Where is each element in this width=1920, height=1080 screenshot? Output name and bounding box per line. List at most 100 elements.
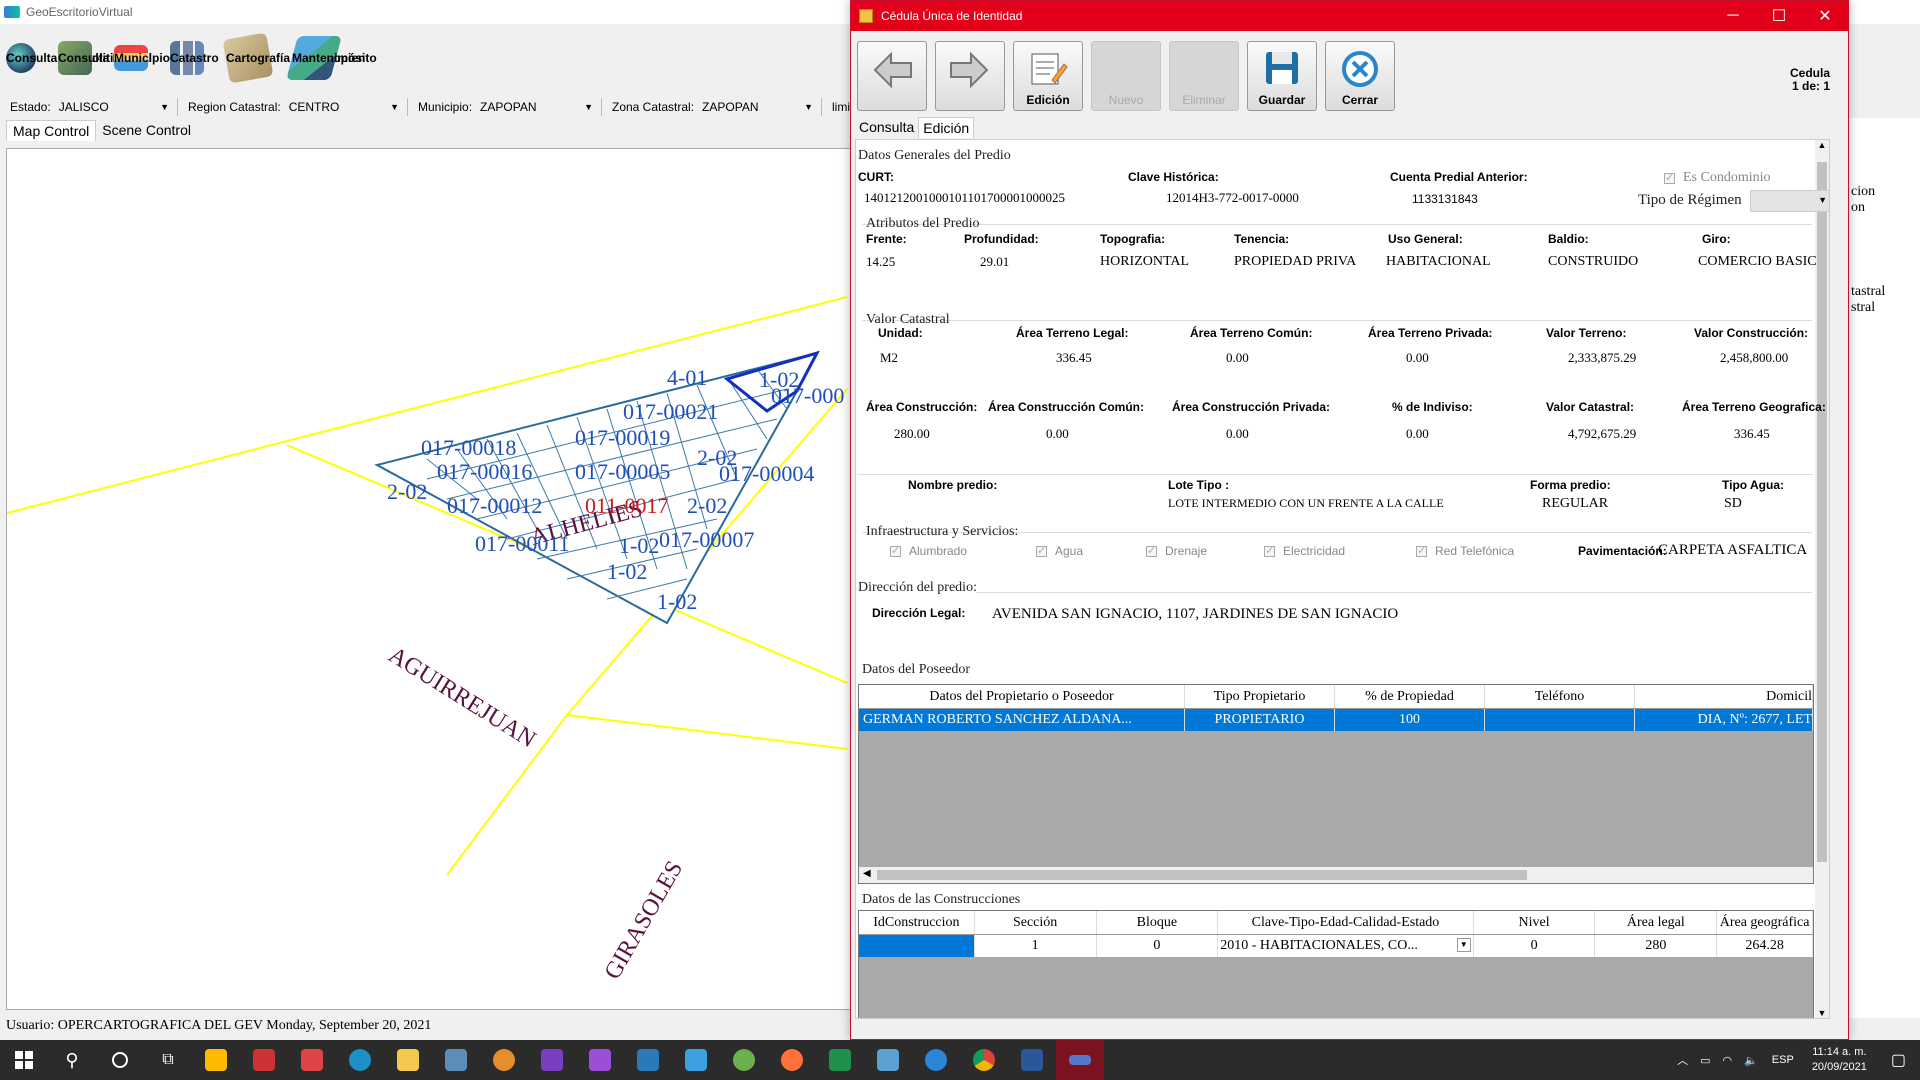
- minimize-button[interactable]: ─: [1710, 1, 1756, 31]
- uso-value[interactable]: HABITACIONAL: [1386, 254, 1491, 270]
- scroll-down-icon[interactable]: ▼: [1815, 1008, 1829, 1018]
- taskbar-app[interactable]: [672, 1040, 720, 1080]
- column-header[interactable]: Tipo Propietario: [1185, 685, 1335, 708]
- giro-value[interactable]: COMERCIO BASICO: [1698, 254, 1816, 270]
- guardar-button[interactable]: Guardar: [1247, 41, 1317, 111]
- chevron-down-icon[interactable]: ▼: [1456, 938, 1471, 952]
- taskbar-app[interactable]: [528, 1040, 576, 1080]
- taskbar-app-active[interactable]: [1056, 1040, 1104, 1080]
- eliminar-button[interactable]: Eliminar: [1169, 41, 1239, 111]
- tipo-agua-value[interactable]: SD: [1724, 496, 1742, 512]
- cell-tipo[interactable]: PROPIETARIO: [1185, 709, 1335, 731]
- language-indicator[interactable]: ESP: [1772, 1054, 1794, 1066]
- battery-icon[interactable]: ▭: [1700, 1054, 1710, 1067]
- chevron-down-icon[interactable]: ▼: [804, 102, 813, 112]
- column-header[interactable]: Área legal: [1595, 911, 1718, 934]
- horizontal-scrollbar[interactable]: [856, 1018, 1829, 1019]
- column-header[interactable]: % de Propiedad: [1335, 685, 1485, 708]
- parcel-block[interactable]: [374, 350, 820, 625]
- direccion-legal-value[interactable]: AVENIDA SAN IGNACIO, 1107, JARDINES DE S…: [992, 606, 1398, 623]
- taskbar-app[interactable]: [960, 1040, 1008, 1080]
- next-button[interactable]: [935, 41, 1005, 111]
- area-construccion-value[interactable]: 280.00: [894, 426, 930, 442]
- forma-predio-value[interactable]: REGULAR: [1542, 496, 1608, 512]
- valor-construccion-value[interactable]: 2,458,800.00: [1720, 350, 1788, 366]
- alumbrado-checkbox[interactable]: Alumbrado: [890, 544, 967, 558]
- construcciones-grid[interactable]: IdConstruccion Sección Bloque Clave-Tipo…: [858, 910, 1814, 1018]
- task-view-button[interactable]: ⧉: [144, 1040, 192, 1080]
- chevron-down-icon[interactable]: ▼: [584, 102, 593, 112]
- scroll-thumb[interactable]: [1817, 162, 1827, 862]
- scroll-thumb[interactable]: [877, 870, 1527, 880]
- column-header[interactable]: Domicil: [1635, 685, 1813, 708]
- regimen-select[interactable]: ▼: [1750, 190, 1829, 212]
- vertical-scrollbar[interactable]: ▲ ▼: [1815, 140, 1829, 1018]
- valor-terreno-value[interactable]: 2,333,875.29: [1568, 350, 1636, 366]
- cell-bloque[interactable]: 0: [1097, 935, 1219, 957]
- nuevo-button[interactable]: Nuevo: [1091, 41, 1161, 111]
- cell-poseedor-name[interactable]: GERMAN ROBERTO SANCHEZ ALDANA...: [859, 709, 1185, 731]
- horizontal-scrollbar[interactable]: ◀: [859, 867, 1813, 883]
- taskbar-app[interactable]: [1008, 1040, 1056, 1080]
- filter-region[interactable]: Region Catastral: CENTRO ▼: [188, 98, 408, 116]
- cell-seccion[interactable]: 1: [975, 935, 1097, 957]
- previous-button[interactable]: [857, 41, 927, 111]
- mantenimiento-button[interactable]: Mantenimien: [286, 34, 365, 82]
- unidad-value[interactable]: M2: [880, 350, 898, 366]
- profundidad-value[interactable]: 29.01: [980, 254, 1009, 270]
- taskbar-app[interactable]: [240, 1040, 288, 1080]
- edicion-button[interactable]: Edición: [1013, 41, 1083, 111]
- clave-value[interactable]: 12014H3-772-0017-0000: [1166, 190, 1299, 206]
- chevron-up-icon[interactable]: ︿: [1677, 1052, 1688, 1068]
- taskbar-app[interactable]: [720, 1040, 768, 1080]
- cell-area-legal[interactable]: 280: [1595, 935, 1718, 957]
- valor-catastral-value[interactable]: 4,792,675.29: [1568, 426, 1636, 442]
- column-header[interactable]: Datos del Propietario o Poseedor: [859, 685, 1185, 708]
- indiviso-value[interactable]: 0.00: [1406, 426, 1429, 442]
- column-header[interactable]: Área geográfica: [1717, 911, 1814, 934]
- cell-id[interactable]: [859, 935, 975, 957]
- lote-tipo-value[interactable]: LOTE INTERMEDIO CON UN FRENTE A LA CALLE: [1168, 496, 1444, 511]
- poseedor-grid[interactable]: Datos del Propietario o Poseedor Tipo Pr…: [858, 684, 1814, 884]
- terreno-comun-value[interactable]: 0.00: [1226, 350, 1249, 366]
- terreno-geografica-value[interactable]: 336.45: [1734, 426, 1770, 442]
- agua-checkbox[interactable]: Agua: [1036, 544, 1083, 558]
- notification-icon[interactable]: ▢: [1891, 1050, 1906, 1070]
- taskbar-app[interactable]: [432, 1040, 480, 1080]
- consulta-estatal-button[interactable]: Consulta Estatal: [58, 34, 152, 82]
- taskbar-app[interactable]: [192, 1040, 240, 1080]
- taskbar-app[interactable]: [912, 1040, 960, 1080]
- cartografia-multiproposito-button[interactable]: Cartografía Multipropósito: [222, 32, 377, 84]
- chevron-down-icon[interactable]: ▼: [390, 102, 399, 112]
- wifi-icon[interactable]: ◠: [1722, 1054, 1732, 1067]
- consulta-geopolitica-button[interactable]: Consulta GeoPolitica: [6, 34, 127, 82]
- tab-scene-control[interactable]: Scene Control: [96, 120, 197, 141]
- cell-area-geografica[interactable]: 264.28: [1717, 935, 1814, 957]
- cell-clave-select[interactable]: 2010 - HABITACIONALES, CO... ▼: [1218, 935, 1474, 957]
- electricidad-checkbox[interactable]: Electricidad: [1264, 544, 1345, 558]
- cell-telefono[interactable]: [1485, 709, 1635, 731]
- tab-edicion[interactable]: Edición: [918, 117, 975, 138]
- column-header[interactable]: Nivel: [1474, 911, 1596, 934]
- construccion-comun-value[interactable]: 0.00: [1046, 426, 1069, 442]
- close-window-button[interactable]: ✕: [1802, 1, 1848, 31]
- frente-value[interactable]: 14.25: [866, 254, 895, 270]
- taskbar-app[interactable]: [288, 1040, 336, 1080]
- taskbar-app[interactable]: [384, 1040, 432, 1080]
- clock[interactable]: 11:14 a. m. 20/09/2021: [1812, 1045, 1867, 1075]
- red-telefonica-checkbox[interactable]: Red Telefónica: [1416, 544, 1514, 558]
- construccion-privada-value[interactable]: 0.00: [1226, 426, 1249, 442]
- taskbar-app[interactable]: [864, 1040, 912, 1080]
- taskbar-app[interactable]: [624, 1040, 672, 1080]
- curt-value[interactable]: 1401212001000101101700001000025: [864, 190, 1065, 206]
- column-header[interactable]: Teléfono: [1485, 685, 1635, 708]
- table-row[interactable]: 1 0 2010 - HABITACIONALES, CO... ▼ 0 280…: [859, 935, 1814, 957]
- column-header[interactable]: Bloque: [1097, 911, 1219, 934]
- topografia-value[interactable]: HORIZONTAL: [1100, 254, 1189, 270]
- chevron-down-icon[interactable]: ▼: [160, 102, 169, 112]
- cell-nivel[interactable]: 0: [1474, 935, 1596, 957]
- start-button[interactable]: [0, 1040, 48, 1080]
- search-button[interactable]: ⚲: [48, 1040, 96, 1080]
- column-header[interactable]: Clave-Tipo-Edad-Calidad-Estado: [1218, 911, 1474, 934]
- cell-domicilio[interactable]: DIA, Nº: 2677, LET: [1635, 709, 1813, 731]
